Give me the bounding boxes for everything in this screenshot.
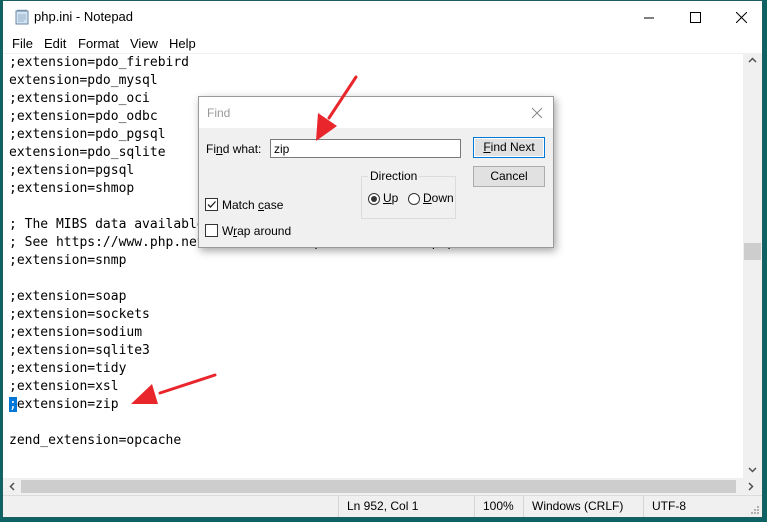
- editor-line[interactable]: ;extension=snmp: [9, 252, 126, 270]
- editor-line[interactable]: ;extension=sodium: [9, 324, 142, 342]
- editor-line[interactable]: ;extension=zip: [9, 396, 119, 414]
- status-encoding: UTF-8: [643, 496, 762, 517]
- status-line-ending: Windows (CRLF): [523, 496, 643, 517]
- maximize-button[interactable]: [672, 1, 718, 33]
- menu-bar: File Edit Format View Help: [3, 33, 762, 53]
- editor-line[interactable]: extension=pdo_mysql: [9, 72, 158, 90]
- direction-label: Direction: [368, 169, 420, 183]
- direction-down-label[interactable]: Down: [423, 191, 454, 205]
- horizontal-scroll-thumb[interactable]: [21, 480, 736, 493]
- find-dialog-title-bar[interactable]: Find: [199, 97, 553, 128]
- maximize-icon: [689, 11, 701, 23]
- window-title: php.ini - Notepad: [34, 9, 134, 24]
- editor-line[interactable]: extension=pdo_sqlite: [9, 144, 166, 162]
- direction-up-radio[interactable]: [368, 193, 380, 205]
- vertical-scrollbar[interactable]: [743, 53, 762, 478]
- cancel-button[interactable]: Cancel: [473, 166, 545, 187]
- status-zoom: 100%: [474, 496, 523, 517]
- close-button[interactable]: [718, 1, 764, 33]
- menu-format[interactable]: Format: [78, 36, 119, 51]
- menu-view[interactable]: View: [130, 36, 158, 51]
- checkmark-icon: [207, 201, 216, 208]
- menu-edit[interactable]: Edit: [44, 36, 66, 51]
- editor-line[interactable]: ;extension=pgsql: [9, 162, 134, 180]
- editor-line[interactable]: ;extension=xsl: [9, 378, 119, 396]
- direction-up-label[interactable]: Up: [383, 191, 398, 205]
- find-what-input[interactable]: [270, 139, 461, 158]
- scroll-left-icon[interactable]: [9, 482, 15, 491]
- direction-down-radio[interactable]: [408, 193, 420, 205]
- find-dialog-title: Find: [207, 106, 231, 120]
- editor-line[interactable]: ;extension=pdo_pgsql: [9, 126, 166, 144]
- wrap-around-label[interactable]: Wrap around: [222, 224, 291, 238]
- find-dialog: Find Find what: Find Next Cancel Directi…: [198, 96, 554, 248]
- match-case-checkbox[interactable]: [205, 198, 218, 211]
- vertical-scroll-thumb[interactable]: [744, 243, 761, 260]
- selected-text[interactable]: ;: [9, 397, 17, 412]
- editor-line[interactable]: ;extension=soap: [9, 288, 126, 306]
- editor-line[interactable]: ;extension=pdo_firebird: [9, 54, 189, 72]
- menu-file[interactable]: File: [12, 36, 33, 51]
- editor-line[interactable]: ;extension=pdo_odbc: [9, 108, 158, 126]
- find-next-button[interactable]: Find Next: [473, 137, 545, 158]
- scrollbar-corner: [743, 478, 762, 495]
- direction-group: Direction Up Down: [361, 169, 456, 219]
- find-dialog-close-icon[interactable]: [527, 103, 547, 123]
- editor-line[interactable]: ;extension=sockets: [9, 306, 150, 324]
- minimize-button[interactable]: [626, 1, 672, 33]
- status-position: Ln 952, Col 1: [338, 496, 474, 517]
- horizontal-scrollbar[interactable]: [3, 478, 743, 495]
- editor-line[interactable]: ;extension=pdo_oci: [9, 90, 150, 108]
- notepad-window: php.ini - Notepad File Edit Format View …: [2, 0, 763, 518]
- match-case-label[interactable]: Match case: [222, 198, 283, 212]
- notepad-app-icon: [15, 9, 29, 25]
- scroll-right-icon[interactable]: [748, 482, 754, 491]
- line-text: extension=zip: [16, 397, 119, 412]
- minimize-icon: [643, 17, 654, 18]
- status-bar: Ln 952, Col 1 100% Windows (CRLF) UTF-8: [3, 495, 762, 517]
- scroll-up-icon[interactable]: [748, 57, 757, 63]
- menu-help[interactable]: Help: [169, 36, 196, 51]
- find-what-label: Find what:: [206, 142, 262, 156]
- close-icon: [735, 11, 747, 23]
- scroll-down-icon[interactable]: [748, 467, 757, 473]
- editor-line[interactable]: ;extension=sqlite3: [9, 342, 150, 360]
- wrap-around-checkbox[interactable]: [205, 224, 218, 237]
- editor-line[interactable]: zend_extension=opcache: [9, 432, 181, 450]
- title-bar[interactable]: php.ini - Notepad: [3, 1, 762, 33]
- editor-line[interactable]: ;extension=tidy: [9, 360, 126, 378]
- resize-grip-icon[interactable]: [750, 505, 759, 514]
- editor-line[interactable]: ;extension=shmop: [9, 180, 134, 198]
